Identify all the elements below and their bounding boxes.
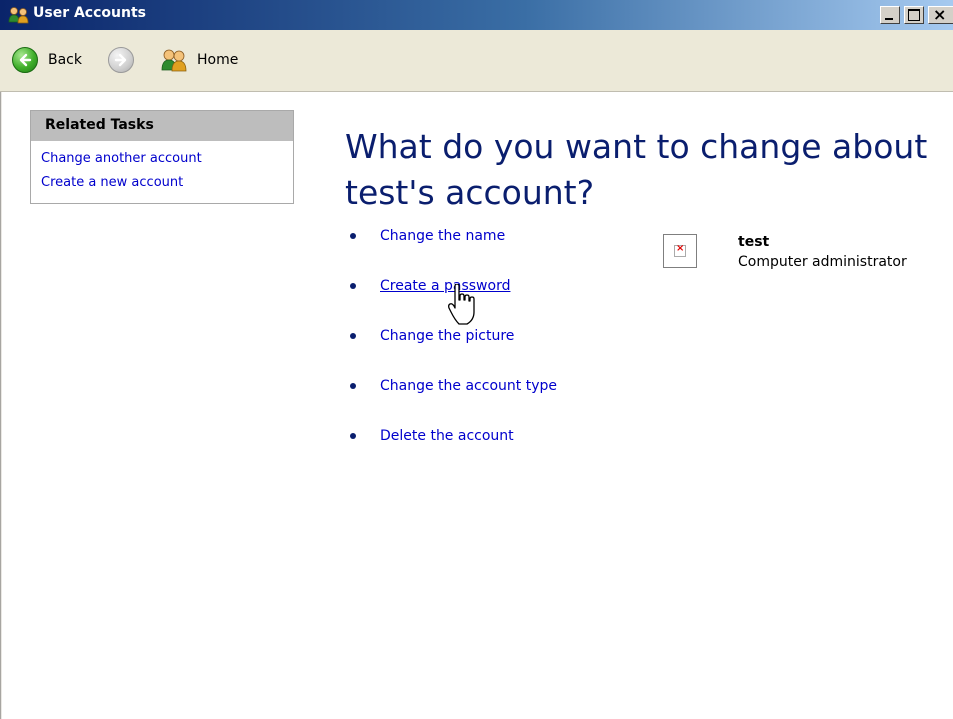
page-title: What do you want to change about test's …	[345, 127, 928, 212]
title-bar[interactable]: User Accounts ×	[0, 0, 953, 30]
window-frame	[0, 0, 3, 719]
related-tasks-panel: Related Tasks Change another account Cre…	[30, 110, 294, 204]
create-password-link[interactable]: Create a password	[380, 278, 510, 294]
maximize-button[interactable]	[904, 6, 924, 24]
home-label: Home	[197, 52, 239, 68]
bullet-icon	[350, 333, 356, 339]
users-icon	[8, 7, 29, 24]
account-type: Computer administrator	[738, 254, 907, 270]
maximize-icon	[908, 9, 920, 21]
change-account-type-link[interactable]: Change the account type	[380, 378, 557, 394]
create-new-account-link[interactable]: Create a new account	[41, 171, 293, 195]
minimize-button[interactable]	[880, 6, 900, 24]
broken-image-icon: ×	[674, 243, 686, 257]
window-title: User Accounts	[33, 5, 146, 21]
account-picture[interactable]: ×	[663, 234, 697, 268]
hand-cursor-icon	[448, 284, 475, 325]
back-button[interactable]: Back	[12, 45, 82, 75]
change-picture-link[interactable]: Change the picture	[380, 328, 514, 344]
forward-arrow-icon	[108, 47, 134, 73]
account-name: test	[738, 234, 770, 250]
minimize-icon	[885, 18, 893, 20]
bullet-icon	[350, 383, 356, 389]
home-button[interactable]: Home	[161, 45, 238, 75]
change-name-link[interactable]: Change the name	[380, 228, 505, 244]
bullet-icon	[350, 283, 356, 289]
delete-account-link[interactable]: Delete the account	[380, 428, 514, 444]
bullet-icon	[350, 233, 356, 239]
navigation-toolbar: Back Home	[0, 30, 953, 92]
change-another-account-link[interactable]: Change another account	[41, 147, 293, 171]
related-tasks-header: Related Tasks	[31, 111, 293, 141]
users-home-icon	[161, 49, 187, 72]
bullet-icon	[350, 433, 356, 439]
close-button[interactable]: ×	[928, 5, 953, 24]
back-label: Back	[48, 52, 82, 68]
close-icon: ×	[933, 5, 947, 24]
forward-button[interactable]	[108, 45, 134, 75]
back-arrow-icon	[12, 47, 38, 73]
